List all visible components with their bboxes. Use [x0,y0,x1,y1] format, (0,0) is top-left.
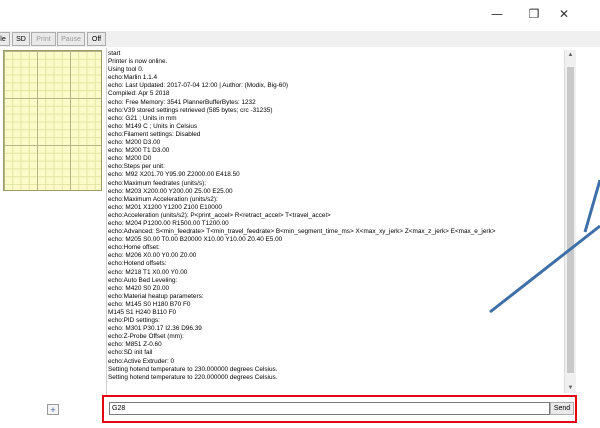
console-line: echo: M218 T1 X0.00 Y0.00 [108,268,188,276]
console-line: Setting hotend temperature to 220.000000… [108,373,278,381]
command-input[interactable] [109,402,550,415]
minimize-icon[interactable]: — [482,0,512,28]
console-line: echo:Marlin 1.1.4 [108,74,158,82]
console-line: echo: G21 ; Units in mm [108,114,177,122]
console-line: start [108,50,121,57]
console-line: echo:Z-Probe Offset (mm): [108,333,184,341]
console-line: echo: M205 S0.00 T0.00 B20000 X10.00 Y10… [108,236,283,244]
print-button[interactable]: Print [31,32,56,46]
console-line: echo: M92 X201.70 Y95.90 Z2000.00 E418.5… [108,171,240,179]
command-bar-highlight: Send [102,395,577,423]
console-line: echo:Active Extruder: 0 [108,357,175,365]
console-log: start Printer is now online. Using tool 0.… [108,50,563,390]
print-bed-grid[interactable] [3,50,102,191]
console-scrollbar[interactable]: ▲ ▼ [564,50,576,393]
console-line: echo:PID settings: [108,317,160,325]
console-line: echo: M203 X200.00 Y200.00 Z5.00 E25.00 [108,187,233,195]
console-line: echo: M201 X1200 Y1200 Z100 E10000 [108,203,222,211]
console-line: echo: M149 C ; Units in Celsius [108,122,198,130]
console-line: echo: M145 S0 H180 B70 F0 [108,300,191,308]
console-line: echo:Material heatup parameters: [108,292,204,300]
console-line: echo:Filament settings: Disabled [108,130,201,138]
console-line: Setting hotend temperature to 230.000000… [108,365,278,373]
console-line: echo:Maximum feedrates (units/s): [108,179,207,187]
console-line: echo:Maximum Acceleration (units/s2): [108,195,218,203]
console-line: echo:Acceleration (units/s2): P<print_ac… [108,211,331,219]
scroll-up-icon[interactable]: ▲ [565,50,576,60]
console-line: M145 S1 H240 B110 F0 [108,309,177,316]
send-button[interactable]: Send [550,402,574,415]
console-line: echo: M204 P1200.00 R1500.00 T1200.00 [108,219,229,227]
close-icon[interactable]: ✕ [549,0,579,28]
add-button[interactable]: + [47,404,59,415]
console-line: Using tool 0. [108,66,144,74]
arrow-line-upper [583,179,600,233]
console-line: Compiled: Apr 5 2018 [108,90,170,98]
console-line: echo: M206 X0.00 Y0.00 Z0.00 [108,252,197,260]
console-line: echo:Home offset: [108,244,160,252]
console-line: echo:V39 stored settings retrieved (585 … [108,106,273,114]
sd-button[interactable]: SD [12,32,30,46]
console-line: echo: M200 D0 [108,155,152,163]
restore-icon[interactable]: ❐ [519,0,549,28]
console-line: echo:SD init fail [108,349,153,357]
console-line: echo: M200 T1 D3.00 [108,147,170,155]
console-line: echo: Last Updated: 2017-07-04 12:00 | A… [108,82,288,90]
scroll-down-icon[interactable]: ▼ [565,383,576,393]
console-line: echo:Hotend offsets: [108,260,167,268]
console-line: echo: M420 S0 Z0.00 [108,284,170,292]
toggle-button[interactable]: le [0,32,10,46]
console-line: echo: M301 P30.17 I2.36 D96.39 [108,325,202,333]
console-line: Printer is now online. [108,58,168,66]
console-line: echo:Steps per unit: [108,163,165,171]
console-line: echo: M851 Z-0.60 [108,341,162,349]
title-bar: — ❐ ✕ [0,0,600,30]
pause-button[interactable]: Pause [57,32,85,46]
left-pane [0,48,107,420]
console-line: echo:Advanced: S<min_feedrate> T<min_tra… [108,228,496,236]
toolbar: le SD Print Pause Off [0,31,600,47]
console-line: echo: M200 D3.00 [108,139,161,147]
console-line: echo: Free Memory: 3541 PlannerBufferByt… [108,98,256,106]
console-line: echo:Auto Bed Leveling: [108,276,178,284]
off-button[interactable]: Off [87,32,106,46]
scroll-thumb[interactable] [567,67,574,373]
